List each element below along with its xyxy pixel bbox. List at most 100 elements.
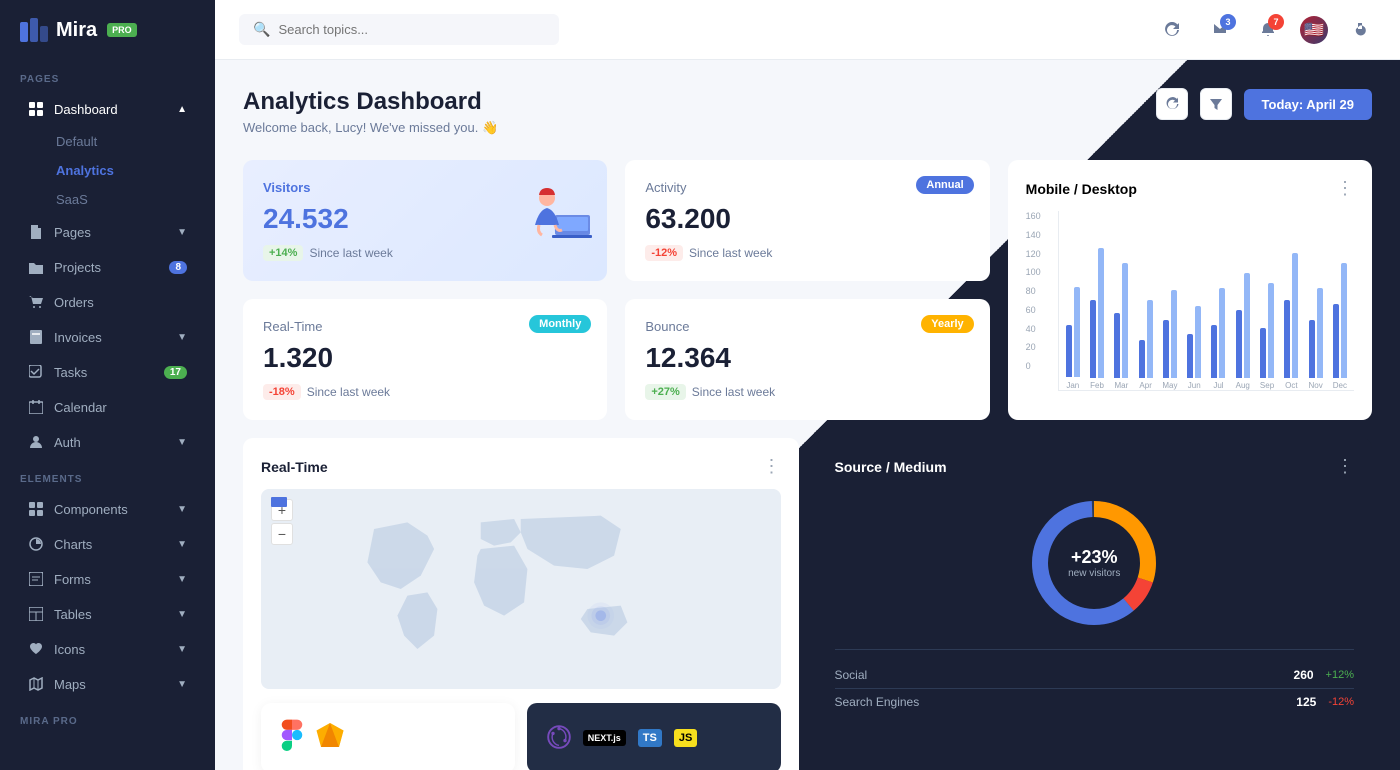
bar-apr-light — [1147, 300, 1153, 378]
bar-mar-light — [1122, 263, 1128, 378]
forms-chevron: ▼ — [177, 574, 187, 585]
refresh-button[interactable] — [1156, 14, 1188, 46]
bar-aug-dark — [1236, 310, 1242, 378]
calendar-label: Calendar — [54, 400, 187, 415]
filter-header-button[interactable] — [1200, 88, 1232, 120]
sidebar-sub-analytics[interactable]: Analytics — [46, 156, 215, 185]
map-more-button[interactable]: ⋮ — [763, 456, 781, 477]
charts-label: Charts — [54, 537, 167, 552]
map-container: + − — [261, 489, 781, 689]
bar-group-jan: Jan — [1063, 287, 1083, 390]
source-list: Social 260 +12% Search Engines 125 -12% — [835, 649, 1355, 715]
social-name: Social — [835, 668, 868, 682]
sidebar-item-tables[interactable]: Tables ▼ — [8, 597, 207, 631]
orders-label: Orders — [54, 295, 187, 310]
page-header-actions: Today: April 29 — [1156, 88, 1372, 120]
activity-change: -12% Since last week — [645, 245, 969, 261]
heart-icon — [28, 641, 44, 657]
bar-group-jul: Jul — [1208, 288, 1228, 390]
search-value: 125 — [1296, 695, 1316, 709]
bar-pair-mar — [1114, 263, 1128, 378]
bar-label-mar: Mar — [1114, 381, 1128, 390]
bar-jul-light — [1219, 288, 1225, 378]
sidebar-item-forms[interactable]: Forms ▼ — [8, 562, 207, 596]
social-value: 260 — [1294, 668, 1314, 682]
y-label-140: 140 — [1026, 230, 1054, 240]
icons-chevron: ▼ — [177, 644, 187, 655]
sidebar-item-icons[interactable]: Icons ▼ — [8, 632, 207, 666]
map-zoom-out-button[interactable]: − — [271, 523, 293, 545]
sidebar-item-projects[interactable]: Projects 8 — [8, 250, 207, 284]
content-area: Analytics Dashboard Welcome back, Lucy! … — [215, 60, 1400, 770]
bounce-label: Bounce — [645, 319, 689, 334]
bounce-badge: Yearly — [921, 315, 973, 333]
messages-button[interactable]: 3 — [1204, 14, 1236, 46]
sidebar-item-auth[interactable]: Auth ▼ — [8, 425, 207, 459]
bar-group-apr: Apr — [1136, 300, 1156, 390]
sidebar-item-orders[interactable]: Orders — [8, 285, 207, 319]
search-input[interactable] — [278, 22, 545, 37]
bar-jun-light — [1195, 306, 1201, 378]
bar-oct-light — [1292, 253, 1298, 378]
bar-pair-jun — [1187, 306, 1201, 378]
language-button[interactable]: 🇺🇸 — [1300, 16, 1328, 44]
bar-pair-oct — [1284, 253, 1298, 378]
source-more-button[interactable]: ⋮ — [1336, 456, 1354, 477]
source-row-social: Social 260 +12% — [835, 662, 1355, 689]
sidebar-item-dashboard[interactable]: Dashboard ▲ — [8, 92, 207, 126]
bar-label-apr: Apr — [1139, 381, 1151, 390]
bar-apr-dark — [1139, 340, 1145, 378]
bar-nov-dark — [1309, 320, 1315, 378]
sidebar-item-tasks[interactable]: Tasks 17 — [8, 355, 207, 389]
pro-badge: PRO — [107, 23, 137, 37]
components-icon — [28, 501, 44, 517]
bar-pair-apr — [1139, 300, 1153, 378]
map-icon — [28, 676, 44, 692]
source-title: Source / Medium — [835, 459, 947, 475]
source-medium-card: Source / Medium ⋮ — [817, 438, 1373, 770]
pages-section-label: Pages — [0, 60, 215, 91]
refresh-header-button[interactable] — [1156, 88, 1188, 120]
sidebar-item-calendar[interactable]: Calendar — [8, 390, 207, 424]
notifications-button[interactable]: 7 — [1252, 14, 1284, 46]
main-area: 🔍 3 7 🇺🇸 — [215, 0, 1400, 770]
bar-oct-dark — [1284, 300, 1290, 378]
auth-label: Auth — [54, 435, 167, 450]
y-label-60: 60 — [1026, 305, 1054, 315]
bounce-card: Bounce Yearly 12.364 +27% Since last wee… — [625, 299, 989, 420]
sidebar-item-components[interactable]: Components ▼ — [8, 492, 207, 526]
bar-jan-light — [1074, 287, 1080, 377]
bar-group-sep: Sep — [1257, 283, 1277, 390]
bar-group-feb: Feb — [1087, 248, 1107, 390]
sidebar-item-pages[interactable]: Pages ▼ — [8, 215, 207, 249]
page-title: Analytics Dashboard — [243, 88, 498, 116]
bounce-change: +27% Since last week — [645, 384, 969, 400]
sidebar-item-invoices[interactable]: Invoices ▼ — [8, 320, 207, 354]
source-header: Source / Medium ⋮ — [835, 456, 1355, 477]
sidebar-sub-saas[interactable]: SaaS — [46, 185, 215, 214]
sidebar-item-charts[interactable]: Charts ▼ — [8, 527, 207, 561]
sidebar-item-maps[interactable]: Maps ▼ — [8, 667, 207, 701]
figma-icon — [281, 719, 303, 757]
topbar-right: 3 7 🇺🇸 — [1156, 14, 1376, 46]
page-header-text: Analytics Dashboard Welcome back, Lucy! … — [243, 88, 498, 136]
bar-may-light — [1171, 290, 1177, 378]
bar-label-sep: Sep — [1260, 381, 1274, 390]
realtime-change: -18% Since last week — [263, 384, 587, 400]
tasks-badge: 17 — [164, 366, 187, 379]
mobile-desktop-more-button[interactable]: ⋮ — [1336, 178, 1354, 199]
bar-label-jan: Jan — [1066, 381, 1079, 390]
sidebar-sub-default[interactable]: Default — [46, 127, 215, 156]
power-button[interactable] — [1344, 14, 1376, 46]
receipt-icon — [28, 329, 44, 345]
sidebar: Mira PRO Pages Dashboard ▲ Default Analy… — [0, 0, 215, 770]
forms-label: Forms — [54, 572, 167, 587]
today-button[interactable]: Today: April 29 — [1244, 89, 1372, 120]
design-tools-card — [261, 703, 515, 770]
bar-group-oct: Oct — [1281, 253, 1301, 390]
y-label-160: 160 — [1026, 211, 1054, 221]
typescript-icon: TS — [638, 729, 662, 747]
bar-group-aug: Aug — [1233, 273, 1253, 390]
table-icon — [28, 606, 44, 622]
search-wrapper[interactable]: 🔍 — [239, 14, 559, 45]
